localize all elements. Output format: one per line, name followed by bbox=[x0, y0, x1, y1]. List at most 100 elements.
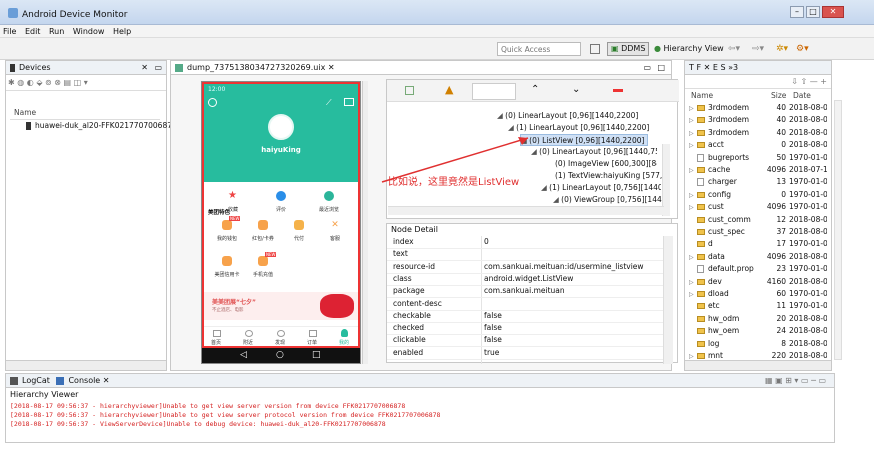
more-tabs[interactable]: »3 bbox=[728, 63, 738, 72]
settings-icon[interactable] bbox=[208, 98, 217, 107]
console-tab[interactable]: Console bbox=[68, 376, 100, 385]
close-button[interactable]: ✕ bbox=[822, 6, 844, 18]
detail-value-enabled[interactable]: true bbox=[484, 348, 499, 357]
search-box[interactable] bbox=[472, 83, 516, 100]
expand-arrow-icon[interactable]: ▷ bbox=[689, 140, 697, 152]
device-row[interactable]: huawei-duk_al20-FFK0217707006878 bbox=[26, 120, 177, 132]
console-tab-close-icon[interactable]: ✕ bbox=[103, 376, 110, 385]
expand-arrow-icon[interactable]: ▷ bbox=[689, 190, 697, 202]
file-row[interactable]: cust_comm 12 2018-08-0 bbox=[689, 214, 829, 226]
threads-icon[interactable]: ⬙ bbox=[36, 78, 42, 87]
warning-icon[interactable]: ▲ bbox=[445, 83, 453, 96]
grid-service[interactable]: 客服 bbox=[320, 235, 350, 242]
file-vscrollbar[interactable] bbox=[834, 100, 842, 360]
file-row[interactable]: default.prop 23 1970-01-0 bbox=[689, 263, 829, 275]
menu-file[interactable]: File bbox=[0, 25, 19, 38]
tree-node-7[interactable]: ◢ (0) ViewGroup [0,756][1440,10 bbox=[553, 194, 663, 206]
dump-maximize-icon[interactable]: □ bbox=[657, 61, 665, 74]
file-row[interactable]: ▷ acct 0 2018-08-0 bbox=[689, 139, 829, 151]
pull-file-icon[interactable]: ⇩ bbox=[791, 77, 798, 86]
run-icon[interactable]: ⚙▾ bbox=[796, 44, 809, 54]
delete-file-icon[interactable]: — bbox=[810, 77, 818, 86]
file-row[interactable]: ▷ config 0 1970-01-0 bbox=[689, 189, 829, 201]
screenshot-vscrollbar[interactable] bbox=[362, 81, 368, 364]
emulator-tab[interactable]: E bbox=[713, 63, 718, 72]
logcat-tab[interactable]: LogCat bbox=[22, 376, 50, 385]
menu-run[interactable]: Run bbox=[46, 25, 67, 38]
sysinfo-icon[interactable]: ◫ bbox=[74, 78, 82, 87]
threads-tab[interactable]: T bbox=[689, 63, 694, 72]
col-name[interactable]: Name bbox=[691, 90, 713, 102]
detail-value-checked[interactable]: false bbox=[484, 323, 502, 332]
expand-arrow-icon[interactable]: ▷ bbox=[689, 277, 697, 289]
hierarchy-perspective-button[interactable]: ● Hierarchy View bbox=[650, 42, 728, 56]
file-row[interactable]: ▷ data 4096 2018-08-0 bbox=[689, 251, 829, 263]
detail-value-clickable[interactable]: false bbox=[484, 335, 502, 344]
alloc-icon[interactable]: ◐ bbox=[27, 78, 34, 87]
grid-wallet[interactable]: 我的钱包 bbox=[212, 235, 242, 242]
file-explorer-tab[interactable]: F bbox=[696, 63, 701, 72]
expand-arrow-icon[interactable]: ▷ bbox=[689, 165, 697, 177]
tab-mine[interactable]: 我的 bbox=[329, 339, 359, 346]
file-row[interactable]: charger 13 1970-01-0 bbox=[689, 176, 829, 188]
quick-review[interactable]: 评价 bbox=[266, 206, 296, 213]
file-row[interactable]: ▷ cache 4096 2018-07-1 bbox=[689, 164, 829, 176]
console-toolbar-icons[interactable]: ▦ ▣ ⊞ ▾ ▭ ─ ▭ bbox=[765, 374, 826, 387]
grid-coupon[interactable]: 红包/卡券 bbox=[248, 235, 278, 242]
col-size[interactable]: Size bbox=[771, 90, 786, 102]
maximize-button[interactable]: □ bbox=[806, 6, 820, 18]
nav-recent-square-icon[interactable]: □ bbox=[312, 350, 321, 360]
menu-help[interactable]: Help bbox=[110, 25, 134, 38]
tab-nearby[interactable]: 附近 bbox=[233, 339, 263, 346]
file-hscrollbar[interactable] bbox=[685, 360, 831, 370]
detail-value-index[interactable]: 0 bbox=[484, 237, 489, 246]
debug-icon[interactable]: ✲▾ bbox=[776, 44, 788, 54]
scan-icon[interactable]: ⟋ bbox=[326, 98, 332, 108]
grid-pay[interactable]: 代付 bbox=[284, 235, 314, 242]
menu-window[interactable]: Window bbox=[70, 25, 108, 38]
stop-icon[interactable]: ⊗ bbox=[54, 78, 61, 87]
expand-arrow-icon[interactable]: ▷ bbox=[689, 202, 697, 214]
tab-home[interactable]: 首页 bbox=[201, 339, 231, 346]
device-screenshot[interactable]: 12:00 ⟋ haiyuKing ★ 收藏 评价 最近浏览 美团特色 NEW … bbox=[201, 81, 361, 364]
tree-node-6[interactable]: ◢ (1) LinearLayout [0,756][1440,106 bbox=[541, 182, 661, 194]
debug-process-icon[interactable]: ✱ bbox=[8, 78, 15, 87]
expand-arrow-icon[interactable]: ▷ bbox=[689, 252, 697, 264]
devices-tab[interactable]: Devices ✕ ▭ bbox=[6, 61, 166, 75]
quick-access-input[interactable] bbox=[497, 42, 581, 56]
grid-credit[interactable]: 美团信用卡 bbox=[212, 271, 242, 278]
ddms-perspective-button[interactable]: ▣ DDMS bbox=[607, 42, 650, 56]
devices-hscrollbar[interactable] bbox=[6, 360, 166, 370]
nav-back-triangle-icon[interactable]: ◁ bbox=[240, 350, 247, 360]
file-row[interactable]: hw_oem 24 2018-08-0 bbox=[689, 325, 829, 337]
file-row[interactable]: etc 11 1970-01-0 bbox=[689, 300, 829, 312]
avatar[interactable] bbox=[268, 114, 294, 140]
expand-arrow-icon[interactable]: ▷ bbox=[689, 103, 697, 115]
expand-arrow-icon[interactable]: ▷ bbox=[689, 115, 697, 127]
next-node-icon[interactable]: ⌄ bbox=[572, 84, 580, 95]
expand-all-icon[interactable] bbox=[405, 86, 414, 95]
open-perspective-icon[interactable] bbox=[590, 44, 600, 54]
file-row[interactable]: ▷ 3rdmodem 40 2018-08-0 bbox=[689, 114, 829, 126]
devices-close-icon[interactable]: ✕ bbox=[141, 61, 148, 74]
devices-minmax-icon[interactable]: ▭ bbox=[154, 61, 162, 74]
file-row[interactable]: bugreports 50 1970-01-0 bbox=[689, 152, 829, 164]
detail-value-checkable[interactable]: false bbox=[484, 311, 502, 320]
file-row[interactable]: ▷ dload 60 1970-01-0 bbox=[689, 288, 829, 300]
detail-value-class[interactable]: android.widget.ListView bbox=[484, 274, 573, 283]
file-row[interactable]: log 8 2018-08-0 bbox=[689, 338, 829, 350]
file-row[interactable]: hw_odm 20 2018-08-0 bbox=[689, 313, 829, 325]
message-icon[interactable] bbox=[344, 98, 354, 106]
nav-home-circle-icon[interactable]: ○ bbox=[276, 350, 284, 360]
dump-minimize-icon[interactable]: ▭ bbox=[643, 61, 651, 74]
nav-back-icon[interactable]: ⇦▾ bbox=[728, 44, 740, 54]
tree-node-0[interactable]: ◢ (0) LinearLayout [0,96][1440,2200] bbox=[497, 110, 638, 122]
quick-history[interactable]: 最近浏览 bbox=[314, 206, 344, 213]
promo-banner[interactable]: 美美团展“七夕” 不止酒店、电影 bbox=[204, 292, 358, 320]
file-row[interactable]: ▷ 3rdmodem 40 2018-08-0 bbox=[689, 127, 829, 139]
file-row[interactable]: ▷ cust 4096 1970-01-0 bbox=[689, 201, 829, 213]
screenshot-icon[interactable]: ▤ bbox=[64, 78, 72, 87]
collapse-icon[interactable] bbox=[613, 89, 623, 92]
file-row[interactable]: ▷ 3rdmodem 40 2018-08-0 bbox=[689, 102, 829, 114]
tree-node-3[interactable]: ◢ (0) LinearLayout [0,96][1440,756] bbox=[531, 146, 657, 158]
